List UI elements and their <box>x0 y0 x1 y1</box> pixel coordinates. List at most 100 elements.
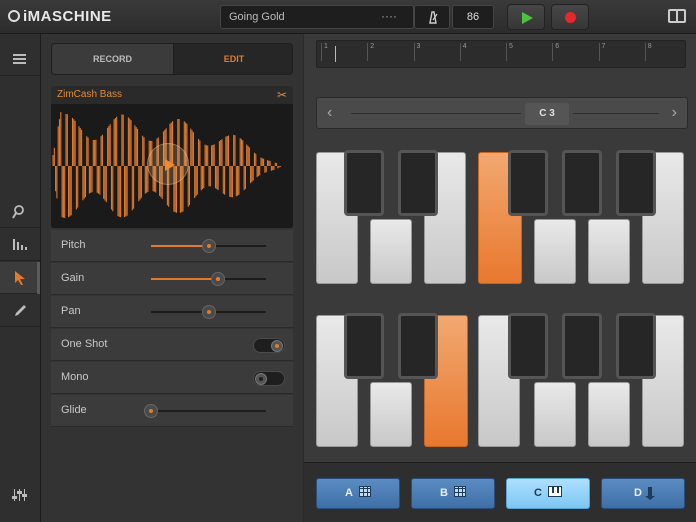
grid-icon <box>453 486 466 497</box>
bank-label: C <box>534 487 542 499</box>
bar-number: 2 <box>370 43 375 50</box>
preview-play-button[interactable] <box>147 143 189 185</box>
logo-ring-icon <box>8 10 20 22</box>
black-key[interactable] <box>616 313 656 379</box>
white-key[interactable] <box>370 219 412 284</box>
bank-d-button[interactable]: D <box>601 478 685 509</box>
white-key[interactable] <box>534 219 576 284</box>
octave-up-icon[interactable]: › <box>672 104 677 122</box>
split-view-icon[interactable] <box>668 9 686 23</box>
octave-label[interactable]: C 3 <box>525 103 569 125</box>
one-shot-toggle[interactable] <box>253 338 285 353</box>
sampler-panel: RECORD EDIT ZimCash Bass ✂ Pitch Gain Pa… <box>41 34 303 522</box>
bank-a-button[interactable]: A <box>316 478 400 509</box>
slider-knob[interactable] <box>201 305 216 319</box>
piano-icon <box>547 486 562 497</box>
menu-icon <box>13 54 26 64</box>
bar-tick <box>459 43 461 61</box>
octave-line <box>351 113 521 114</box>
black-key[interactable] <box>398 150 438 216</box>
param-label: One Shot <box>61 338 108 350</box>
keyboard-lower <box>316 313 686 451</box>
left-nav <box>0 34 41 522</box>
bank-label: A <box>345 487 353 499</box>
param-label: Pan <box>61 305 81 317</box>
tab-edit[interactable]: EDIT <box>173 44 292 74</box>
param-pan: Pan <box>51 296 293 328</box>
bank-bar: A B C D <box>304 462 696 522</box>
black-key[interactable] <box>344 313 384 379</box>
slider-knob[interactable] <box>210 272 225 286</box>
bar-tick <box>552 43 554 61</box>
play-button[interactable] <box>507 4 545 30</box>
song-selector[interactable]: Going Gold ···· <box>220 5 414 29</box>
octave-line <box>573 113 659 114</box>
mode-tabs: RECORD EDIT <box>51 43 293 75</box>
white-key[interactable] <box>588 219 630 284</box>
metronome-icon <box>429 11 438 24</box>
param-glide: Glide <box>51 395 293 427</box>
white-key[interactable] <box>588 382 630 447</box>
sampler-button[interactable] <box>0 262 40 294</box>
slider-knob[interactable] <box>201 239 216 253</box>
bar-number: 3 <box>416 43 421 50</box>
param-gain: Gain <box>51 263 293 295</box>
cursor-icon <box>15 271 25 285</box>
tempo-field[interactable]: 86 <box>452 5 494 29</box>
black-key[interactable] <box>616 150 656 216</box>
pitch-slider[interactable] <box>151 239 266 253</box>
bar-tick <box>413 43 415 61</box>
play-icon <box>522 12 533 24</box>
bar-tick <box>506 43 507 61</box>
app-logo: iMASCHINE <box>8 8 112 25</box>
edit-button[interactable] <box>0 295 40 327</box>
bank-b-button[interactable]: B <box>411 478 495 509</box>
white-key[interactable] <box>370 382 412 447</box>
app-logo-text: iMASCHINE <box>23 8 112 25</box>
pan-slider[interactable] <box>151 305 266 319</box>
mixer-button[interactable] <box>0 480 40 512</box>
bar-tick <box>321 43 322 61</box>
gain-slider[interactable] <box>151 272 266 286</box>
black-key[interactable] <box>508 150 548 216</box>
bank-c-button[interactable]: C <box>506 478 590 509</box>
white-key[interactable] <box>534 382 576 447</box>
mono-toggle[interactable] <box>253 371 285 386</box>
param-label: Pitch <box>61 239 86 251</box>
param-label: Mono <box>61 371 89 383</box>
metronome-button[interactable] <box>414 5 450 29</box>
download-icon <box>644 487 655 500</box>
black-key[interactable] <box>562 150 602 216</box>
bar-number: 7 <box>601 43 606 50</box>
grid-icon <box>358 486 371 497</box>
timeline[interactable]: 1 2 3 4 5 6 7 8 <box>316 40 686 68</box>
glide-slider[interactable] <box>144 404 266 418</box>
tab-record[interactable]: RECORD <box>52 44 173 74</box>
param-one-shot: One Shot <box>51 329 293 361</box>
bar-tick <box>367 43 369 61</box>
waveform-display[interactable]: ZimCash Bass ✂ <box>51 86 293 228</box>
slider-knob[interactable] <box>144 404 158 418</box>
mixer-levels-button[interactable] <box>0 229 40 261</box>
param-mono: Mono <box>51 362 293 394</box>
menu-button[interactable] <box>0 44 40 76</box>
record-button[interactable] <box>551 4 589 30</box>
black-key[interactable] <box>562 313 602 379</box>
bank-label: D <box>634 487 642 499</box>
scissors-icon[interactable]: ✂ <box>277 88 287 102</box>
black-key[interactable] <box>508 313 548 379</box>
bank-label: B <box>440 487 448 499</box>
bar-number: 8 <box>647 43 652 50</box>
black-key[interactable] <box>398 313 438 379</box>
bar-number: 6 <box>555 43 560 50</box>
octave-selector: ‹ C 3 › <box>316 97 688 129</box>
octave-down-icon[interactable]: ‹ <box>327 104 332 122</box>
mixer-sliders-icon <box>12 489 27 501</box>
song-more-icon[interactable]: ···· <box>381 9 397 23</box>
waveform-header: ZimCash Bass ✂ <box>51 86 293 104</box>
keyboard-upper <box>316 150 686 288</box>
levels-icon <box>13 239 27 250</box>
black-key[interactable] <box>344 150 384 216</box>
browser-button[interactable] <box>0 196 40 228</box>
keyboard-area: 12345678 ‹ C 3 › A B C D <box>304 34 696 522</box>
